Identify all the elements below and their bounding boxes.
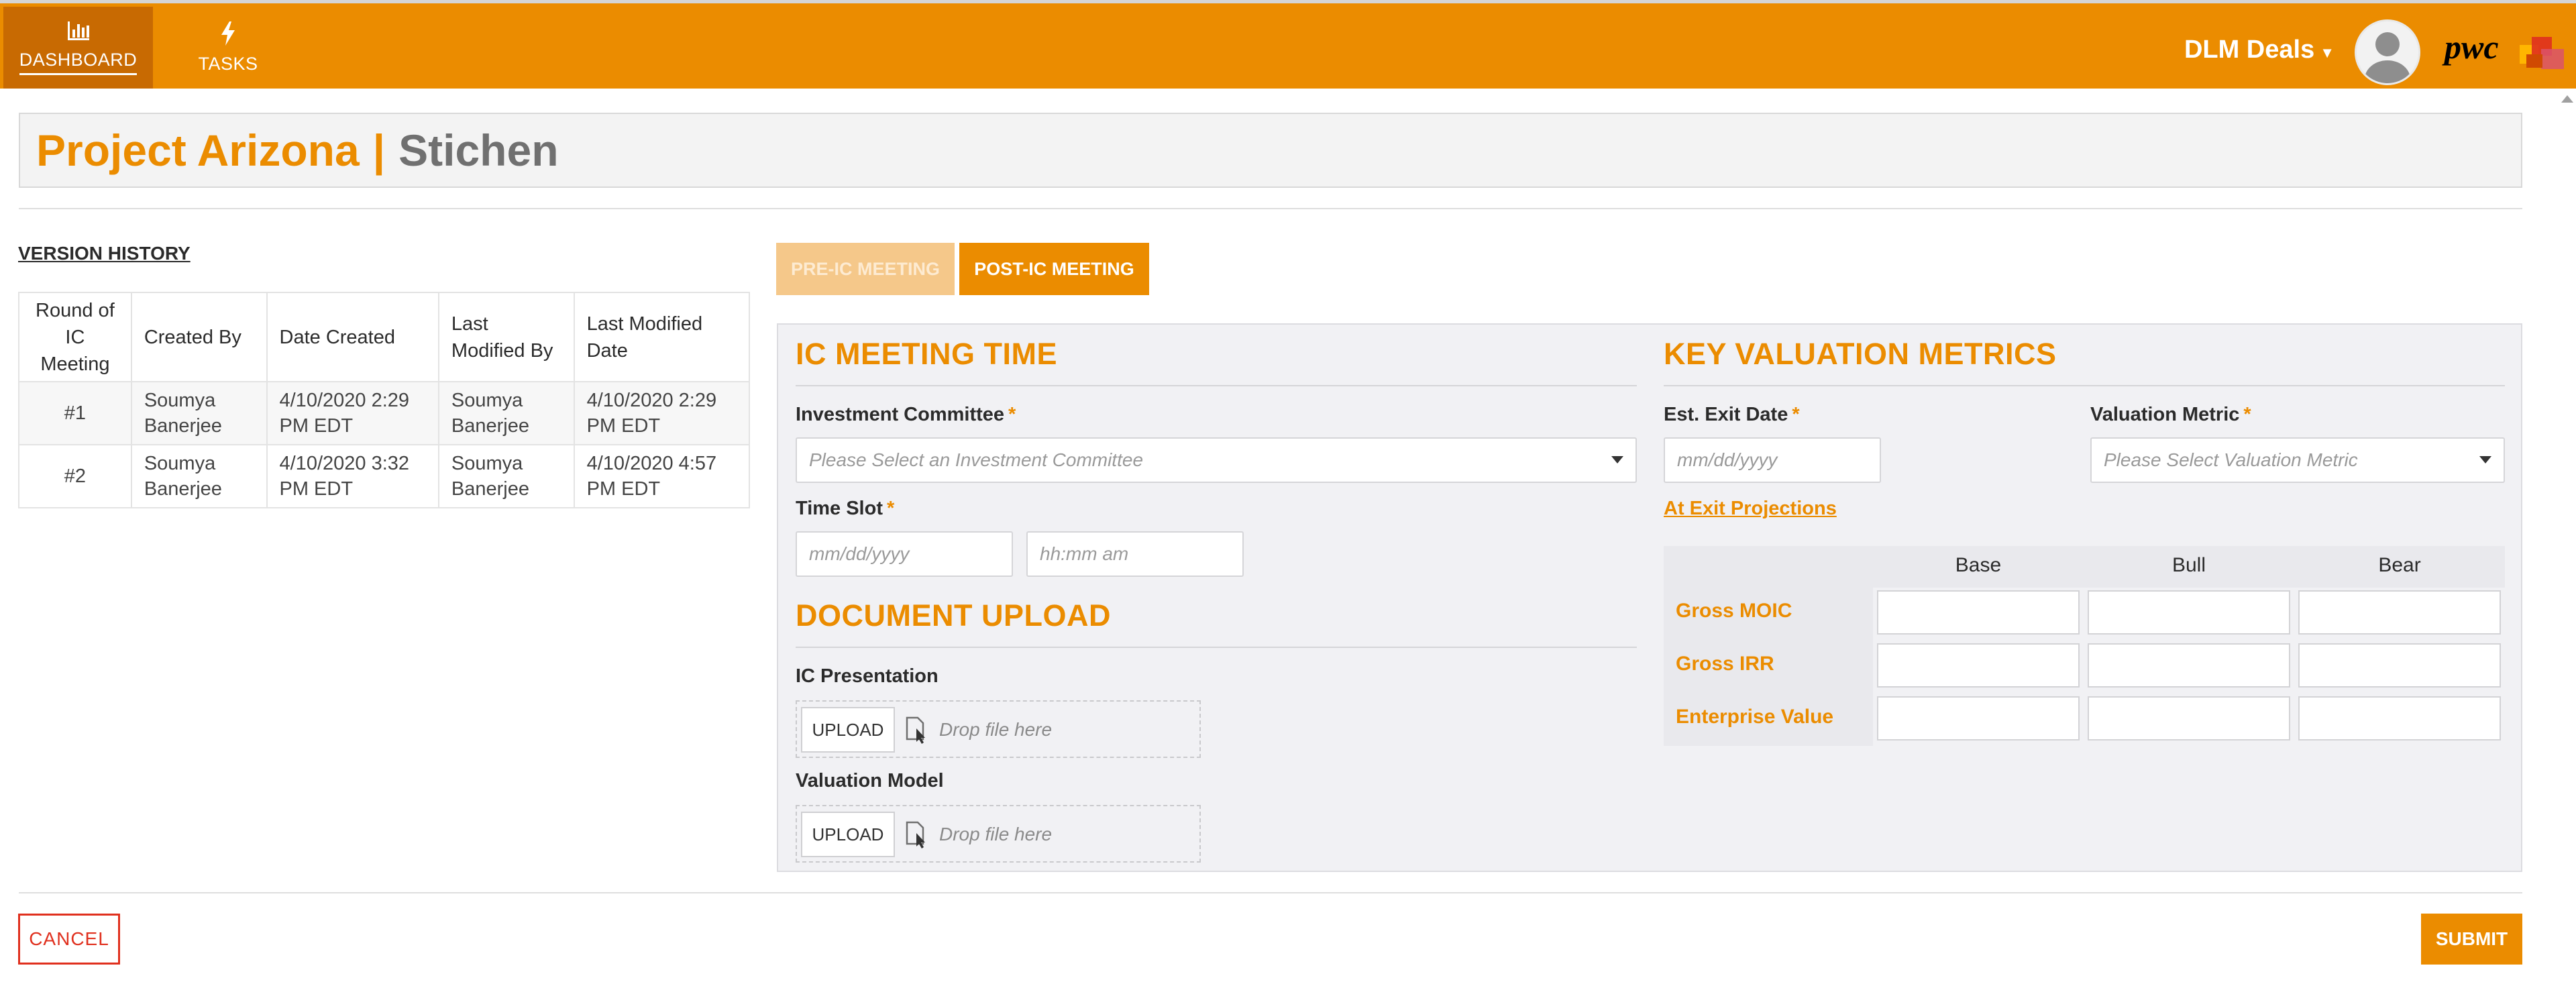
table-cell: Soumya Banerjee bbox=[130, 444, 268, 508]
column-header-bear: Bear bbox=[2378, 554, 2421, 576]
valuation-model-dropzone[interactable]: UPLOAD Drop file here bbox=[796, 805, 1201, 863]
column-header-bull: Bull bbox=[2171, 554, 2206, 576]
table-cell: Soumya Banerjee bbox=[437, 381, 575, 445]
column-header: Date Created bbox=[266, 292, 439, 382]
tab-pre-ic-meeting[interactable]: PRE-IC MEETING bbox=[776, 243, 955, 295]
scroll-up-icon[interactable] bbox=[2561, 95, 2573, 103]
table-cell: Soumya Banerjee bbox=[437, 444, 575, 508]
exit-date-input[interactable]: mm/dd/yyyy bbox=[1664, 437, 1881, 483]
investment-committee-placeholder: Please Select an Investment Committee bbox=[809, 449, 1144, 470]
time-slot-time-input[interactable]: hh:mm am bbox=[1026, 531, 1244, 577]
gross-irr-bull-input[interactable] bbox=[2088, 643, 2290, 688]
column-header: Last Modified Date bbox=[573, 292, 751, 382]
logo-text: pwc bbox=[2442, 28, 2499, 66]
caret-down-icon bbox=[1611, 456, 1623, 463]
column-header: Created By bbox=[130, 292, 268, 382]
valuation-metric-label: Valuation Metric * bbox=[2090, 404, 2251, 425]
column-header: Round of IC Meeting bbox=[18, 292, 132, 382]
column-header: Last Modified By bbox=[437, 292, 575, 382]
brand-menu[interactable]: DLM Deals ▼ bbox=[2184, 36, 2334, 64]
gross-irr-bear-input[interactable] bbox=[2298, 643, 2501, 688]
nav-tasks[interactable]: TASKS bbox=[168, 7, 288, 89]
top-navbar: DASHBOARD TASKS DLM Deals ▼ pwc bbox=[0, 0, 2576, 89]
enterprise-value-base-input[interactable] bbox=[1877, 696, 2080, 741]
nav-tasks-label: TASKS bbox=[198, 53, 258, 74]
key-valuation-metrics-title: KEY VALUATION METRICS bbox=[1664, 337, 2057, 371]
document-upload-title: DOCUMENT UPLOAD bbox=[796, 598, 1111, 633]
investment-committee-label: Investment Committee * bbox=[796, 404, 1016, 425]
user-icon bbox=[2365, 32, 2410, 83]
time-slot-label: Time Slot * bbox=[796, 498, 895, 519]
ic-presentation-upload-button[interactable]: UPLOAD bbox=[801, 707, 895, 753]
divider bbox=[19, 208, 2522, 209]
drop-file-text: Drop file here bbox=[939, 719, 1053, 740]
exit-date-label: Est. Exit Date * bbox=[1664, 404, 1800, 425]
lightning-icon bbox=[221, 21, 235, 46]
table-cell: 4/10/2020 4:57 PM EDT bbox=[573, 444, 751, 508]
nav-dashboard-label: DASHBOARD bbox=[19, 50, 138, 75]
investment-committee-select[interactable]: Please Select an Investment Committee bbox=[796, 437, 1637, 483]
tab-post-ic-meeting[interactable]: POST-IC MEETING bbox=[959, 243, 1149, 295]
drop-file-text: Drop file here bbox=[939, 824, 1053, 844]
submit-button[interactable]: SUBMIT bbox=[2421, 914, 2522, 965]
time-slot-date-input[interactable]: mm/dd/yyyy bbox=[796, 531, 1013, 577]
row-label-gross-moic: Gross MOIC bbox=[1676, 600, 1792, 622]
gross-moic-bear-input[interactable] bbox=[2298, 590, 2501, 635]
ic-presentation-label: IC Presentation bbox=[796, 665, 938, 687]
table-row: #2 Soumya Banerjee 4/10/2020 3:32 PM EDT… bbox=[18, 444, 751, 508]
at-exit-projections-link[interactable]: At Exit Projections bbox=[1664, 498, 1837, 520]
table-cell: 4/10/2020 2:29 PM EDT bbox=[573, 381, 751, 445]
valuation-model-upload-button[interactable]: UPLOAD bbox=[801, 812, 895, 857]
table-cell: #1 bbox=[18, 381, 132, 445]
table-cell: 4/10/2020 2:29 PM EDT bbox=[266, 381, 439, 445]
table-cell: Soumya Banerjee bbox=[130, 381, 268, 445]
caret-down-icon bbox=[2479, 456, 2491, 463]
caret-down-icon: ▼ bbox=[2320, 44, 2334, 61]
section-divider bbox=[1664, 385, 2505, 386]
table-row: #1 Soumya Banerjee 4/10/2020 2:29 PM EDT… bbox=[18, 381, 751, 445]
divider bbox=[19, 892, 2522, 893]
row-label-gross-irr: Gross IRR bbox=[1676, 653, 1774, 675]
nav-dashboard[interactable]: DASHBOARD bbox=[3, 7, 153, 89]
cancel-button[interactable]: CANCEL bbox=[18, 914, 120, 965]
version-history-title[interactable]: VERSION HISTORY bbox=[18, 243, 191, 264]
valuation-model-label: Valuation Model bbox=[796, 770, 944, 791]
bar-chart-icon bbox=[67, 21, 89, 40]
ic-presentation-dropzone[interactable]: UPLOAD Drop file here bbox=[796, 700, 1201, 758]
gross-moic-bull-input[interactable] bbox=[2088, 590, 2290, 635]
row-label-enterprise-value: Enterprise Value bbox=[1676, 706, 1834, 728]
enterprise-value-bear-input[interactable] bbox=[2298, 696, 2501, 741]
table-cell: #2 bbox=[18, 444, 132, 508]
file-drop-icon bbox=[906, 821, 925, 849]
gross-moic-base-input[interactable] bbox=[1877, 590, 2080, 635]
file-drop-icon bbox=[906, 716, 925, 744]
section-divider bbox=[796, 385, 1637, 386]
table-cell: 4/10/2020 3:32 PM EDT bbox=[266, 444, 439, 508]
enterprise-value-bull-input[interactable] bbox=[2088, 696, 2290, 741]
valuation-metric-select[interactable]: Please Select Valuation Metric bbox=[2090, 437, 2505, 483]
avatar[interactable] bbox=[2355, 19, 2420, 85]
brand-label: DLM Deals bbox=[2184, 36, 2315, 64]
meeting-panel: IC MEETING TIME Investment Committee * Pl… bbox=[777, 323, 2522, 872]
project-subtitle: Stichen bbox=[398, 125, 559, 175]
section-divider bbox=[796, 647, 1637, 648]
title-separator: | bbox=[372, 125, 386, 175]
page-title: Project Arizona | Stichen bbox=[19, 113, 2522, 188]
version-history-table: Round of IC Meeting Created By Date Crea… bbox=[18, 292, 751, 508]
project-name: Project Arizona bbox=[36, 125, 360, 175]
gross-irr-base-input[interactable] bbox=[1877, 643, 2080, 688]
ic-meeting-time-title: IC MEETING TIME bbox=[796, 337, 1057, 371]
pwc-logo: pwc bbox=[2440, 23, 2568, 77]
column-header-base: Base bbox=[1955, 554, 2002, 576]
